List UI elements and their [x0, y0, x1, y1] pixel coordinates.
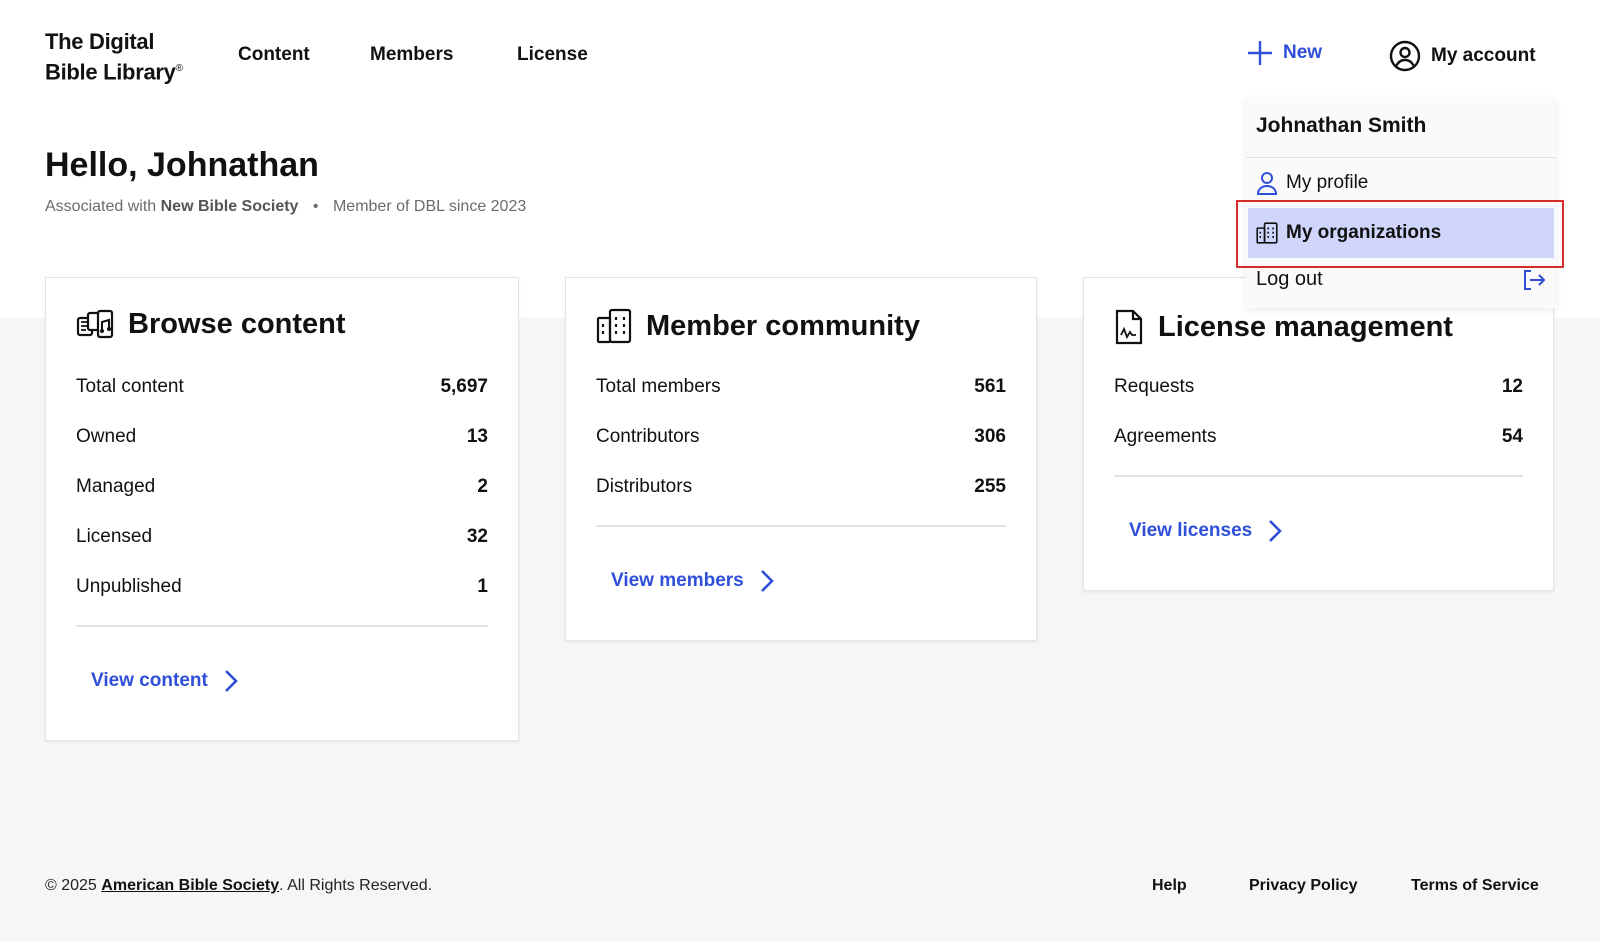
- chevron-right-icon: [760, 570, 774, 592]
- dropdown-divider: [1246, 157, 1556, 158]
- stat-value: 1: [477, 576, 488, 597]
- stat-value: 12: [1501, 376, 1523, 397]
- stat-value: 32: [466, 526, 488, 547]
- stat-row-requests: Requests 12: [1114, 376, 1523, 398]
- footer-help-link[interactable]: Help: [1152, 877, 1187, 895]
- nav-license[interactable]: License: [517, 44, 588, 66]
- member-community-heading: Member community: [646, 309, 920, 342]
- stat-value: 306: [974, 426, 1006, 447]
- stat-row-distributors: Distributors 255: [596, 476, 1006, 498]
- registered-mark: ®: [175, 63, 183, 74]
- building-icon: [596, 308, 632, 344]
- user-circle-icon: [1389, 40, 1421, 72]
- view-licenses-label: View licenses: [1129, 520, 1253, 541]
- member-community-card: Member community Total members 561 Contri…: [565, 277, 1037, 641]
- view-members-link[interactable]: View members: [611, 569, 774, 593]
- stat-label: Managed: [76, 476, 156, 497]
- stat-value: 255: [974, 476, 1006, 497]
- stat-row-managed: Managed 2: [76, 476, 488, 498]
- logo-line-2: Bible Library: [45, 59, 176, 85]
- stat-row-owned: Owned 13: [76, 426, 488, 448]
- nav-members[interactable]: Members: [370, 44, 453, 66]
- stat-row-total-content: Total content 5,697: [76, 376, 488, 398]
- stat-label: Requests: [1114, 376, 1195, 397]
- document-signature-icon: [1115, 309, 1143, 345]
- new-button[interactable]: New: [1247, 40, 1322, 66]
- browse-content-card: Browse content Total content 5,697 Owned 1…: [45, 277, 519, 741]
- site-logo[interactable]: The Digital Bible Library®: [45, 28, 183, 85]
- association-line: Associated with New Bible Society • Memb…: [45, 198, 526, 216]
- chevron-right-icon: [224, 670, 238, 692]
- stat-label: Total members: [596, 376, 721, 397]
- assoc-prefix: Associated with: [45, 198, 157, 215]
- member-since: Member of DBL since 2023: [332, 198, 527, 215]
- selection-highlight-box: [1236, 200, 1564, 268]
- nav-content[interactable]: Content: [238, 44, 310, 66]
- my-account-button[interactable]: My account: [1389, 40, 1536, 72]
- footer-privacy-link[interactable]: Privacy Policy: [1249, 877, 1358, 895]
- view-members-label: View members: [611, 570, 744, 591]
- copyright-year: © 2025: [45, 877, 97, 894]
- stat-row-total-members: Total members 561: [596, 376, 1006, 398]
- menu-item-log-out[interactable]: Log out: [1256, 268, 1546, 291]
- stat-row-contributors: Contributors 306: [596, 426, 1006, 448]
- stat-value: 2: [477, 476, 488, 497]
- logout-icon: [1524, 269, 1546, 290]
- member-community-title: Member community: [596, 308, 920, 344]
- browse-content-title: Browse content: [76, 308, 346, 341]
- stat-row-unpublished: Unpublished 1: [76, 576, 488, 598]
- chevron-right-icon: [1269, 520, 1283, 542]
- view-content-link[interactable]: View content: [91, 669, 238, 693]
- stat-label: Contributors: [596, 426, 700, 447]
- stat-label: Unpublished: [76, 576, 182, 597]
- stat-value: 5,697: [440, 376, 488, 397]
- stat-label: Distributors: [596, 476, 693, 497]
- menu-item-my-profile[interactable]: My profile: [1256, 171, 1368, 195]
- stat-value: 54: [1501, 426, 1523, 447]
- assoc-organization: New Bible Society: [160, 198, 299, 215]
- view-licenses-link[interactable]: View licenses: [1129, 519, 1283, 543]
- stat-label: Agreements: [1114, 426, 1217, 447]
- american-bible-society-link[interactable]: American Bible Society: [101, 877, 279, 894]
- page-greeting: Hello, Johnathan: [45, 146, 319, 184]
- browse-content-heading: Browse content: [128, 308, 346, 340]
- person-icon: [1256, 172, 1278, 195]
- rights-text: . All Rights Reserved.: [279, 877, 433, 894]
- plus-icon: [1248, 41, 1272, 65]
- view-content-label: View content: [91, 670, 208, 691]
- menu-item-label: Log out: [1256, 268, 1323, 290]
- card-divider: [1114, 475, 1523, 477]
- stat-row-agreements: Agreements 54: [1114, 426, 1523, 448]
- license-management-heading: License management: [1158, 310, 1453, 343]
- header: The Digital Bible Library® Content Membe…: [0, 0, 1600, 110]
- footer-terms-link[interactable]: Terms of Service: [1411, 877, 1539, 895]
- footer-copyright: © 2025 American Bible Society. All Right…: [45, 877, 432, 895]
- stat-label: Owned: [76, 426, 137, 447]
- stat-label: Licensed: [76, 526, 153, 547]
- assoc-separator: •: [312, 198, 319, 215]
- stat-value: 561: [974, 376, 1006, 397]
- stat-label: Total content: [76, 376, 184, 397]
- dropdown-user-name: Johnathan Smith: [1256, 114, 1427, 137]
- card-divider: [76, 625, 488, 627]
- license-management-card: License management Requests 12 Agreements…: [1083, 277, 1554, 591]
- stat-row-licensed: Licensed 32: [76, 526, 488, 548]
- menu-item-label: My profile: [1286, 172, 1369, 193]
- logo-line-1: The Digital: [45, 29, 155, 54]
- new-button-label: New: [1283, 42, 1323, 63]
- my-account-label: My account: [1431, 45, 1536, 66]
- license-management-title: License management: [1114, 308, 1453, 346]
- media-library-icon: [76, 309, 114, 338]
- card-divider: [596, 525, 1006, 527]
- stat-value: 13: [466, 426, 488, 447]
